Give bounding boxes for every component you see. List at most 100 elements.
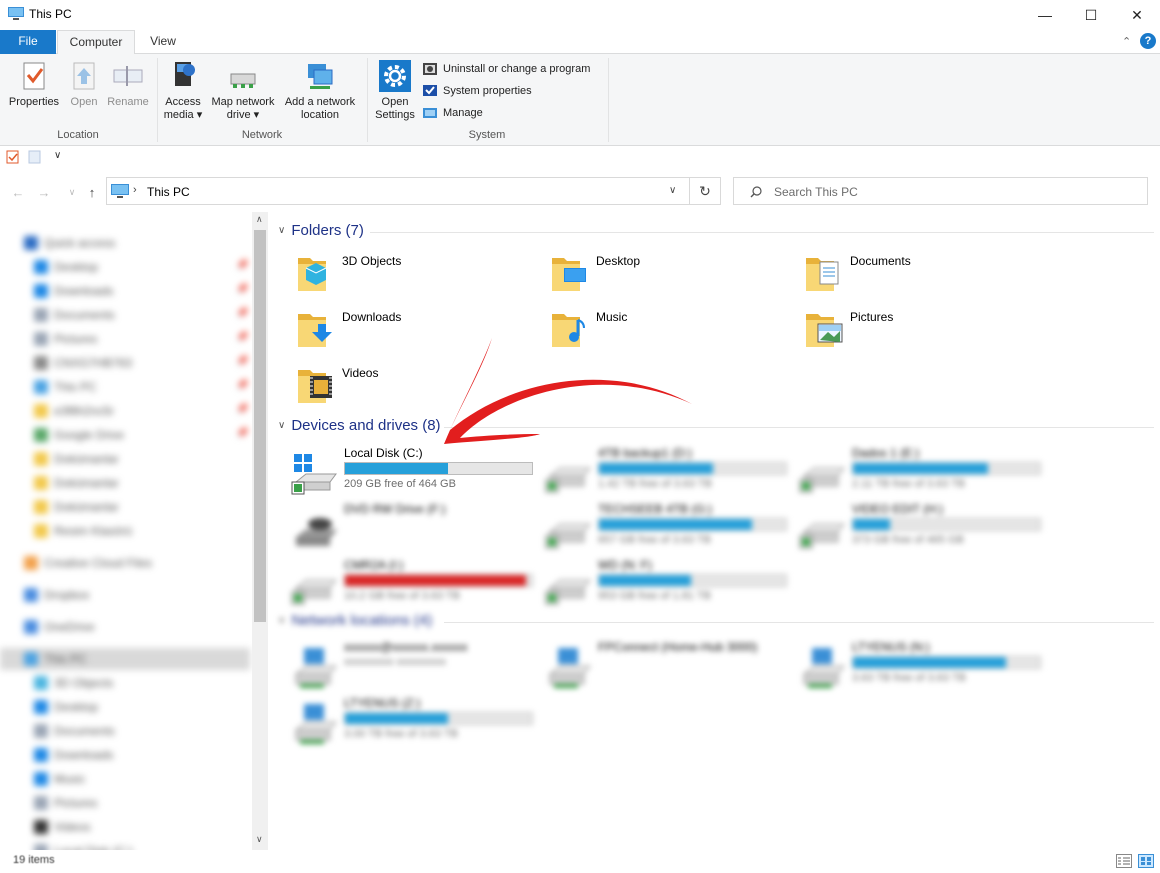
map-drive-line1: Map network xyxy=(211,96,275,108)
access-media-button[interactable]: Access media ▾ xyxy=(160,60,206,122)
nav-item[interactable]: Creative Cloud Files xyxy=(0,552,250,574)
properties-button[interactable]: Properties xyxy=(6,60,62,109)
nav-item[interactable]: e3f8h2nc5r 📌 xyxy=(0,400,250,422)
nav-item-icon xyxy=(34,772,48,786)
add-network-location-button[interactable]: Add a network location xyxy=(280,60,360,122)
uninstall-program-button[interactable]: Uninstall or change a program xyxy=(422,61,590,77)
maximize-button[interactable]: ☐ xyxy=(1068,0,1114,30)
pin-icon: 📌 xyxy=(236,356,249,367)
network-section-header[interactable]: ∨ Network locations (4) xyxy=(278,612,432,629)
drive-item[interactable]: TECHSEEB 4TB (G:) 657 GB free of 3.63 TB xyxy=(544,502,794,556)
forward-arrow-icon[interactable]: → xyxy=(34,180,54,204)
nav-item[interactable]: Dokümanlar xyxy=(0,472,250,494)
nav-item[interactable]: Local Disk (C:) xyxy=(0,840,250,850)
nav-item[interactable]: Pictures 📌 xyxy=(0,328,250,350)
nav-item[interactable]: Desktop xyxy=(0,696,250,718)
tab-file[interactable]: File xyxy=(0,30,56,54)
nav-item[interactable]: Quick access xyxy=(0,232,250,254)
nav-item[interactable]: OneDrive xyxy=(0,616,250,638)
up-arrow-icon[interactable]: ↑ xyxy=(82,180,102,204)
ribbon: Properties Open Rename Location Access m… xyxy=(0,54,1160,146)
folder-item[interactable]: Pictures xyxy=(804,308,1044,360)
nav-item[interactable]: Dokümanlar xyxy=(0,448,250,470)
nav-item[interactable]: This PC xyxy=(0,648,250,670)
nav-item[interactable]: Resim Klasörü xyxy=(0,520,250,542)
qat-dropdown-icon[interactable]: ∨ xyxy=(54,150,61,161)
qat-properties-icon[interactable] xyxy=(6,150,20,164)
tab-computer[interactable]: Computer xyxy=(57,30,135,55)
drive-usage-bar xyxy=(344,574,533,587)
drive-icon xyxy=(798,508,848,554)
tab-view[interactable]: View xyxy=(138,30,188,54)
nav-item[interactable]: Downloads xyxy=(0,744,250,766)
folder-item[interactable]: 3D Objects xyxy=(296,252,536,304)
details-view-icon[interactable] xyxy=(1116,854,1132,868)
network-location-item[interactable]: LTYENUS (N:) 3.63 TB free of 3.63 TB xyxy=(798,640,1048,694)
folder-item[interactable]: Documents xyxy=(804,252,1044,304)
close-button[interactable]: ✕ xyxy=(1114,0,1160,30)
scroll-up-icon[interactable]: ∧ xyxy=(256,214,263,225)
network-location-item[interactable]: xxxxxx@xxxxxx.xxxxxx xxxxxxxxx xxxxxxxxx xyxy=(290,640,540,694)
nav-item[interactable]: Desktop 📌 xyxy=(0,256,250,278)
pin-icon: 📌 xyxy=(236,284,249,295)
network-location-item[interactable]: FPConnect (Home-Hub 3000) xyxy=(544,640,794,694)
nav-item[interactable]: Dropbox xyxy=(0,584,250,606)
system-properties-button[interactable]: System properties xyxy=(422,83,532,99)
nav-item-label: Documents xyxy=(54,308,115,322)
nav-item[interactable]: Downloads 📌 xyxy=(0,280,250,302)
qat-folder-icon[interactable] xyxy=(28,150,42,164)
drive-item[interactable]: VIDEO EDIT (H:) 373 GB free of 465 GB xyxy=(798,502,1048,556)
system-properties-icon xyxy=(422,83,438,99)
scroll-thumb[interactable] xyxy=(254,230,266,622)
nav-item[interactable]: Pictures xyxy=(0,792,250,814)
add-network-line1: Add a network xyxy=(284,96,356,108)
manage-button[interactable]: Manage xyxy=(422,105,483,121)
network-location-item[interactable]: LTYENUS (Z:) 3.00 TB free of 3.63 TB xyxy=(290,696,540,750)
item-count: 19 items xyxy=(13,854,55,866)
drive-item[interactable]: DVD RW Drive (F:) xyxy=(290,502,540,556)
drive-item[interactable]: Dados 1 (E:) 2.11 TB free of 3.63 TB xyxy=(798,446,1048,500)
scroll-down-icon[interactable]: ∨ xyxy=(256,834,263,845)
nav-item[interactable]: This PC 📌 xyxy=(0,376,250,398)
folders-section-header[interactable]: ∨ Folders (7) xyxy=(278,222,364,239)
minimize-button[interactable]: — xyxy=(1022,0,1068,30)
recent-locations-icon[interactable]: ∨ xyxy=(62,180,82,204)
network-location-label: xxxxxx@xxxxxx.xxxxxx xyxy=(344,640,468,654)
drive-item[interactable]: CMR2A (I:) 10.2 GB free of 3.63 TB xyxy=(290,558,540,612)
properties-label: Properties xyxy=(8,96,60,108)
open-button[interactable]: Open xyxy=(64,60,104,109)
nav-item-icon xyxy=(34,844,48,850)
nav-item[interactable]: Music xyxy=(0,768,250,790)
rename-button[interactable]: Rename xyxy=(104,60,152,109)
help-icon[interactable]: ? xyxy=(1140,33,1156,49)
breadcrumb[interactable]: This PC xyxy=(147,185,190,199)
search-input[interactable]: Search This PC xyxy=(733,177,1148,205)
manage-label: Manage xyxy=(443,107,483,119)
nav-item-icon xyxy=(34,428,48,442)
section-divider xyxy=(444,622,1154,623)
refresh-button[interactable]: ↻ xyxy=(690,177,721,205)
nav-item[interactable]: Google Drive 📌 xyxy=(0,424,250,446)
nav-item[interactable]: Videos xyxy=(0,816,250,838)
nav-item[interactable]: Documents 📌 xyxy=(0,304,250,326)
nav-pane-scrollbar[interactable]: ∧ ∨ xyxy=(252,212,268,850)
nav-item[interactable]: Documents xyxy=(0,720,250,742)
nav-item[interactable]: CNXG7HB763 📌 xyxy=(0,352,250,374)
nav-item[interactable]: 3D Objects xyxy=(0,672,250,694)
drive-usage-fill xyxy=(345,713,448,724)
nav-item-label: Dokümanlar xyxy=(54,452,119,466)
nav-item-label: Google Drive xyxy=(54,428,125,442)
drives-section-header[interactable]: ∨ Devices and drives (8) xyxy=(278,417,441,434)
drive-usage-bar xyxy=(598,462,787,475)
map-network-drive-button[interactable]: Map network drive ▾ xyxy=(206,60,280,122)
collapse-ribbon-icon[interactable]: ⌃ xyxy=(1122,35,1131,48)
large-icons-view-icon[interactable] xyxy=(1138,854,1154,868)
address-dropdown-icon[interactable]: ∨ xyxy=(669,185,676,196)
nav-item[interactable]: Dokümanlar xyxy=(0,496,250,518)
pin-icon: 📌 xyxy=(236,404,249,415)
open-settings-button[interactable]: Open Settings xyxy=(372,60,418,122)
drive-item[interactable]: WD (N: F) 953 GB free of 1.81 TB xyxy=(544,558,794,612)
address-bar[interactable]: › This PC ∨ xyxy=(106,177,690,205)
folder-item[interactable]: Desktop xyxy=(550,252,790,304)
back-arrow-icon[interactable]: ← xyxy=(8,180,28,204)
